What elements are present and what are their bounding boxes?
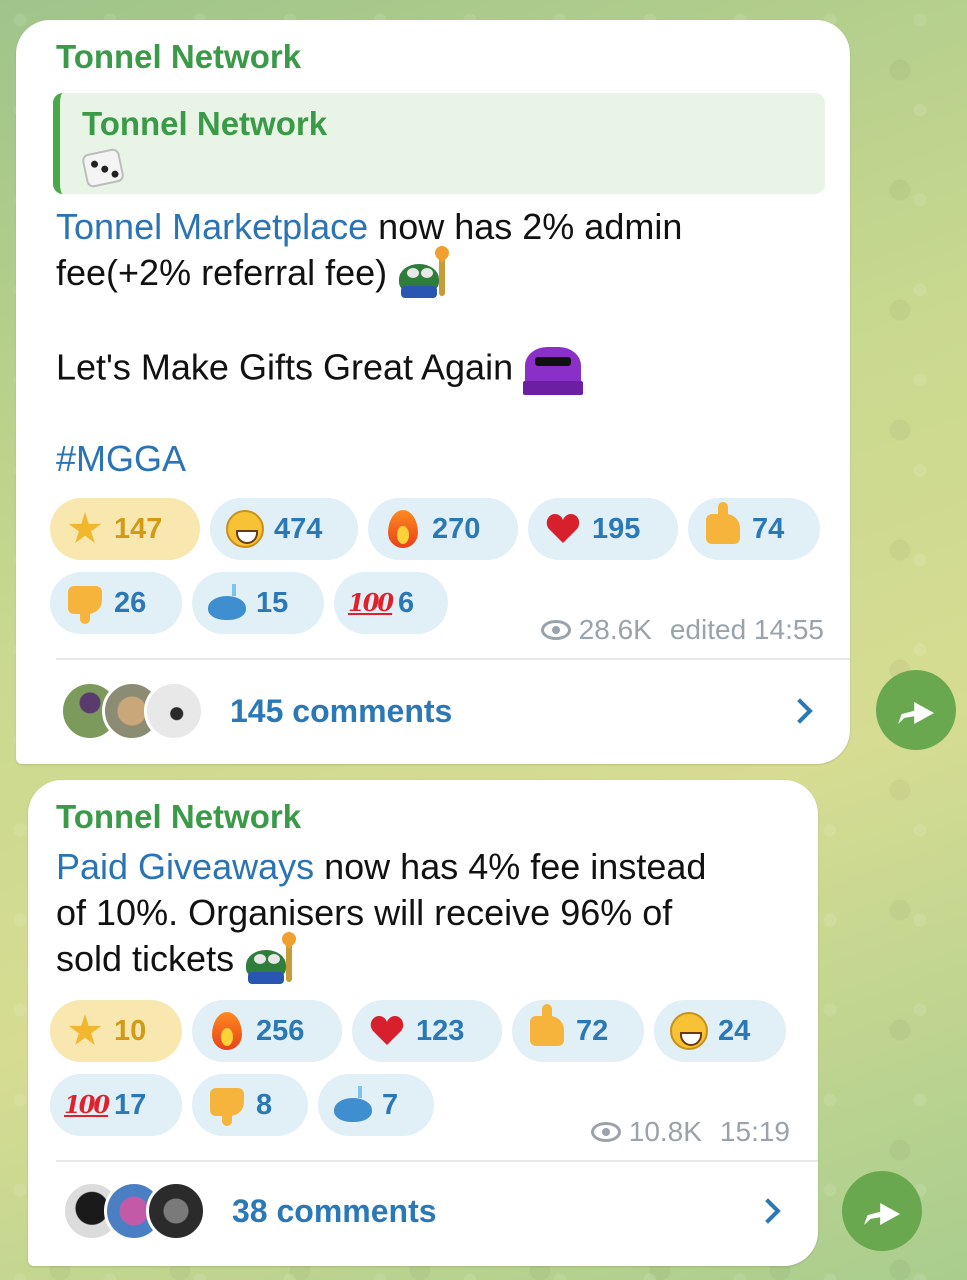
reaction-heart[interactable]: 195 <box>528 498 678 560</box>
reply-author: Tonnel Network <box>82 105 328 142</box>
star-icon <box>66 1012 104 1050</box>
message-meta: 28.6K edited 14:55 <box>540 614 824 646</box>
dice-icon <box>80 147 126 189</box>
divider <box>56 658 850 660</box>
reaction-fire[interactable]: 270 <box>368 498 518 560</box>
grin-icon <box>226 510 264 548</box>
reaction-thumbs-down[interactable]: 26 <box>50 572 182 634</box>
thumbs-down-icon <box>208 1086 246 1126</box>
comments-button[interactable]: 145 comments <box>60 681 452 741</box>
message-author[interactable]: Tonnel Network <box>56 38 301 76</box>
view-count: 28.6K <box>578 614 652 645</box>
share-button[interactable] <box>876 670 956 750</box>
view-count: 10.8K <box>628 1116 702 1147</box>
comments-label: 145 comments <box>230 692 453 729</box>
eye-icon <box>540 620 571 640</box>
share-button[interactable] <box>842 1171 922 1251</box>
pepe-torch-icon <box>397 243 453 299</box>
reaction-grin[interactable]: 24 <box>654 1000 786 1062</box>
reaction-thumbs-up[interactable]: 72 <box>512 1000 644 1062</box>
share-arrow-icon <box>898 696 934 724</box>
reaction-grin[interactable]: 474 <box>210 498 358 560</box>
commenter-avatars <box>60 681 210 741</box>
message-text: Paid Giveaways now has 4% fee instead <box>56 846 707 887</box>
chevron-right-icon[interactable] <box>755 1198 781 1224</box>
message-bubble[interactable]: Tonnel Network Paid Giveaways now has 4%… <box>28 780 818 1266</box>
reaction-hundred[interactable]: 100 6 <box>334 572 448 634</box>
reaction-thumbs-up[interactable]: 74 <box>688 498 820 560</box>
message-author[interactable]: Tonnel Network <box>56 798 301 836</box>
heart-icon <box>544 510 582 548</box>
thumbs-down-icon <box>66 584 104 624</box>
hundred-icon: 100 <box>64 1090 110 1119</box>
reaction-whale[interactable]: 15 <box>192 572 324 634</box>
message-meta: 10.8K 15:19 <box>590 1116 790 1148</box>
divider <box>56 1160 818 1162</box>
avatar <box>144 681 204 741</box>
message-time: 15:19 <box>719 1116 790 1147</box>
hundred-icon: 100 <box>348 588 394 617</box>
message-text: Tonnel Marketplace now has 2% admin <box>56 206 683 247</box>
star-icon <box>66 510 104 548</box>
thumbs-up-icon <box>704 502 742 548</box>
message-time: edited 14:55 <box>669 614 824 645</box>
commenter-avatars <box>62 1181 212 1241</box>
reaction-star[interactable]: 10 <box>50 1000 182 1062</box>
whale-icon <box>334 1086 372 1124</box>
heart-icon <box>368 1012 406 1050</box>
eye-icon <box>590 1122 621 1142</box>
fire-icon <box>384 510 422 548</box>
hashtag-link[interactable]: #MGGA <box>56 436 186 482</box>
chevron-right-icon[interactable] <box>787 698 813 724</box>
cool-face-icon <box>523 343 585 397</box>
reply-quote[interactable]: Tonnel Network <box>53 93 825 194</box>
message-bubble[interactable]: Tonnel Network Tonnel Network Tonnel Mar… <box>16 20 850 764</box>
reaction-heart[interactable]: 123 <box>352 1000 502 1062</box>
thumbs-up-icon <box>528 1004 566 1050</box>
marketplace-link[interactable]: Tonnel Marketplace <box>56 206 368 247</box>
giveaways-link[interactable]: Paid Giveaways <box>56 846 314 887</box>
reaction-thumbs-down[interactable]: 8 <box>192 1074 308 1136</box>
pepe-torch-icon <box>244 929 299 985</box>
reaction-whale[interactable]: 7 <box>318 1074 434 1136</box>
fire-icon <box>208 1012 246 1050</box>
avatar <box>146 1181 206 1241</box>
comments-label: 38 comments <box>232 1192 437 1229</box>
share-arrow-icon <box>864 1197 900 1225</box>
comments-button[interactable]: 38 comments <box>62 1181 437 1241</box>
whale-icon <box>208 584 246 622</box>
reaction-hundred[interactable]: 100 17 <box>50 1074 182 1136</box>
reaction-star[interactable]: 147 <box>50 498 200 560</box>
reaction-fire[interactable]: 256 <box>192 1000 342 1062</box>
grin-icon <box>670 1012 708 1050</box>
